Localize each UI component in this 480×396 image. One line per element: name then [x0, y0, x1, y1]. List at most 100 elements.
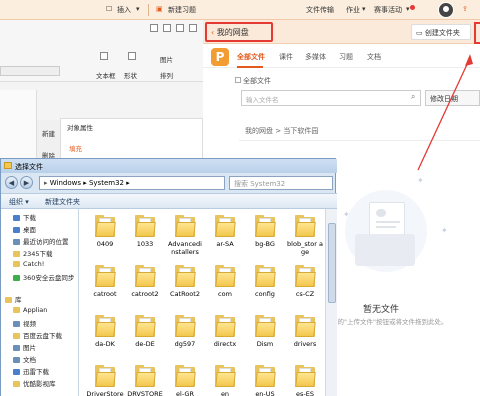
search-icon[interactable]: ⌕: [411, 92, 415, 102]
folder-item[interactable]: 0409: [85, 215, 125, 265]
folder-item[interactable]: es-ES: [285, 365, 325, 396]
breadcrumb[interactable]: 我的网盘 > 当下软件园: [245, 126, 318, 136]
textbox-button[interactable]: 文本框: [96, 70, 116, 80]
select-all-label: 全部文件: [243, 77, 271, 85]
scrollbar-thumb[interactable]: [328, 223, 336, 303]
nav-item-desktop[interactable]: 桌面: [13, 224, 36, 234]
events-button[interactable]: 赛事活动: [374, 5, 402, 15]
nav-item-documents[interactable]: 文档: [13, 354, 36, 364]
nav-item-360[interactable]: 360安全云盘同步: [13, 272, 74, 282]
file-transfer-button[interactable]: 文件传输: [306, 5, 334, 15]
folder-item[interactable]: drivers: [285, 315, 325, 365]
file-type-tabs: P 全部文件 课件 多媒体 习题 文档: [203, 44, 480, 68]
folder-item[interactable]: blob_stor age: [285, 215, 325, 265]
folder-icon: [13, 251, 20, 257]
folder-item[interactable]: config: [245, 265, 285, 315]
folder-item[interactable]: de-DE: [125, 315, 165, 365]
organize-menu[interactable]: 组织 ▾: [9, 197, 29, 207]
folder-item[interactable]: DRVSTORE: [125, 365, 165, 396]
vertical-scrollbar[interactable]: [325, 209, 337, 396]
tab-multimedia[interactable]: 多媒体: [305, 52, 326, 62]
folder-item[interactable]: dg597: [165, 315, 205, 365]
folder-label: es-ES: [296, 390, 314, 396]
folder-item[interactable]: en: [205, 365, 245, 396]
folder-item[interactable]: bg-BG: [245, 215, 285, 265]
avatar[interactable]: [438, 2, 454, 18]
tab-exercises[interactable]: 习题: [339, 52, 353, 62]
nav-label: 优酷影视库: [23, 380, 56, 388]
fill-tab[interactable]: 填充: [69, 143, 82, 153]
folder-icon: [13, 261, 20, 267]
insert-menu[interactable]: 插入: [117, 5, 131, 15]
folder-icon: [255, 215, 276, 237]
nav-item-catch[interactable]: Catch!: [13, 260, 44, 268]
folder-item[interactable]: 1033: [125, 215, 165, 265]
folder-item[interactable]: cs-CZ: [285, 265, 325, 315]
sort-select[interactable]: 修改日期: [425, 90, 480, 106]
select-all-checkbox[interactable]: [235, 77, 241, 83]
nav-item-applian[interactable]: Applian: [13, 306, 47, 314]
file-search-input[interactable]: 输入文件名: [241, 90, 421, 106]
nav-item-youku[interactable]: 优酷影视库: [13, 378, 56, 388]
ribbon-icon[interactable]: [163, 24, 171, 32]
nav-item-library[interactable]: 库: [5, 294, 22, 304]
ribbon-icon[interactable]: [150, 24, 158, 32]
folder-item[interactable]: Dism: [245, 315, 285, 365]
chevron-down-icon[interactable]: ▾: [362, 5, 366, 13]
forward-icon[interactable]: ▶: [20, 176, 33, 189]
ribbon-icon[interactable]: [176, 24, 184, 32]
back-icon[interactable]: ◀: [5, 176, 18, 189]
address-bar[interactable]: ▸ Windows ▸ System32 ▸: [39, 176, 225, 190]
folder-item[interactable]: en-US: [245, 365, 285, 396]
nav-item-downloads[interactable]: 下载: [13, 212, 36, 222]
upload-icon[interactable]: ⇪: [462, 5, 468, 13]
new-folder-button[interactable]: 新建文件夹: [45, 197, 80, 207]
shape-button[interactable]: 形状: [124, 70, 137, 80]
folder-item[interactable]: da-DK: [85, 315, 125, 365]
nav-item-recent[interactable]: 最近访问的位置: [13, 236, 69, 246]
ribbon-icon[interactable]: [189, 24, 197, 32]
nav-item-2345[interactable]: 2345下载: [13, 248, 53, 258]
dialog-titlebar[interactable]: 选择文件: [1, 159, 337, 173]
folder-item[interactable]: DriverStore: [85, 365, 125, 396]
nav-item-videos[interactable]: 视频: [13, 318, 36, 328]
tab-documents[interactable]: 文档: [367, 52, 381, 62]
create-folder-button[interactable]: ▭ 创建文件夹: [411, 24, 471, 40]
folder-item[interactable]: directx: [205, 315, 245, 365]
tab-all-files[interactable]: 全部文件: [237, 52, 265, 62]
nav-item-pictures[interactable]: 图片: [13, 342, 36, 352]
tab-courseware[interactable]: 课件: [279, 52, 293, 62]
download-icon: [13, 369, 20, 375]
folder-item[interactable]: com: [205, 265, 245, 315]
image-button[interactable]: 图片: [160, 54, 173, 64]
folder-item[interactable]: el-GR: [165, 365, 205, 396]
folder-label: dg597: [174, 340, 196, 348]
font-format-bar[interactable]: [0, 66, 60, 76]
empty-state-title: 暂无文件: [363, 305, 400, 315]
new-study-button[interactable]: 新建习题: [168, 5, 196, 15]
homework-button[interactable]: 作业: [346, 5, 360, 15]
folder-label: DRVSTORE: [127, 390, 163, 396]
chevron-down-icon[interactable]: ▾: [406, 5, 410, 13]
arrange-button[interactable]: 排列: [160, 70, 173, 80]
nav-item-baidu[interactable]: 百度云盘下载: [13, 330, 62, 340]
highlight-box: [474, 22, 480, 44]
my-disk-back-button[interactable]: ‹ 我的网盘: [205, 22, 273, 42]
shape-icon[interactable]: [128, 52, 136, 60]
dialog-search-input[interactable]: 搜索 System32: [229, 176, 333, 190]
new-item-button[interactable]: 新建: [42, 128, 55, 138]
chevron-down-icon[interactable]: ▾: [136, 5, 140, 13]
create-folder-label: 创建文件夹: [424, 29, 460, 37]
dialog-nav-row: ◀ ▶ ▸ Windows ▸ System32 ▸ 搜索 System32: [1, 173, 337, 193]
nav-item-xunlei[interactable]: 迅雷下载: [13, 366, 49, 376]
folder-item[interactable]: catroot: [85, 265, 125, 315]
folder-item[interactable]: CatRoot2: [165, 265, 205, 315]
textbox-icon[interactable]: [100, 52, 108, 60]
folder-item[interactable]: ar-SA: [205, 215, 245, 265]
nav-label: 图片: [23, 344, 36, 352]
folder-item[interactable]: catroot2: [125, 265, 165, 315]
folder-icon: [135, 265, 156, 287]
sparkle-icon: ✦: [441, 226, 448, 235]
folder-label: Dism: [256, 340, 274, 348]
folder-item[interactable]: Advancedi nstallers: [165, 215, 205, 265]
